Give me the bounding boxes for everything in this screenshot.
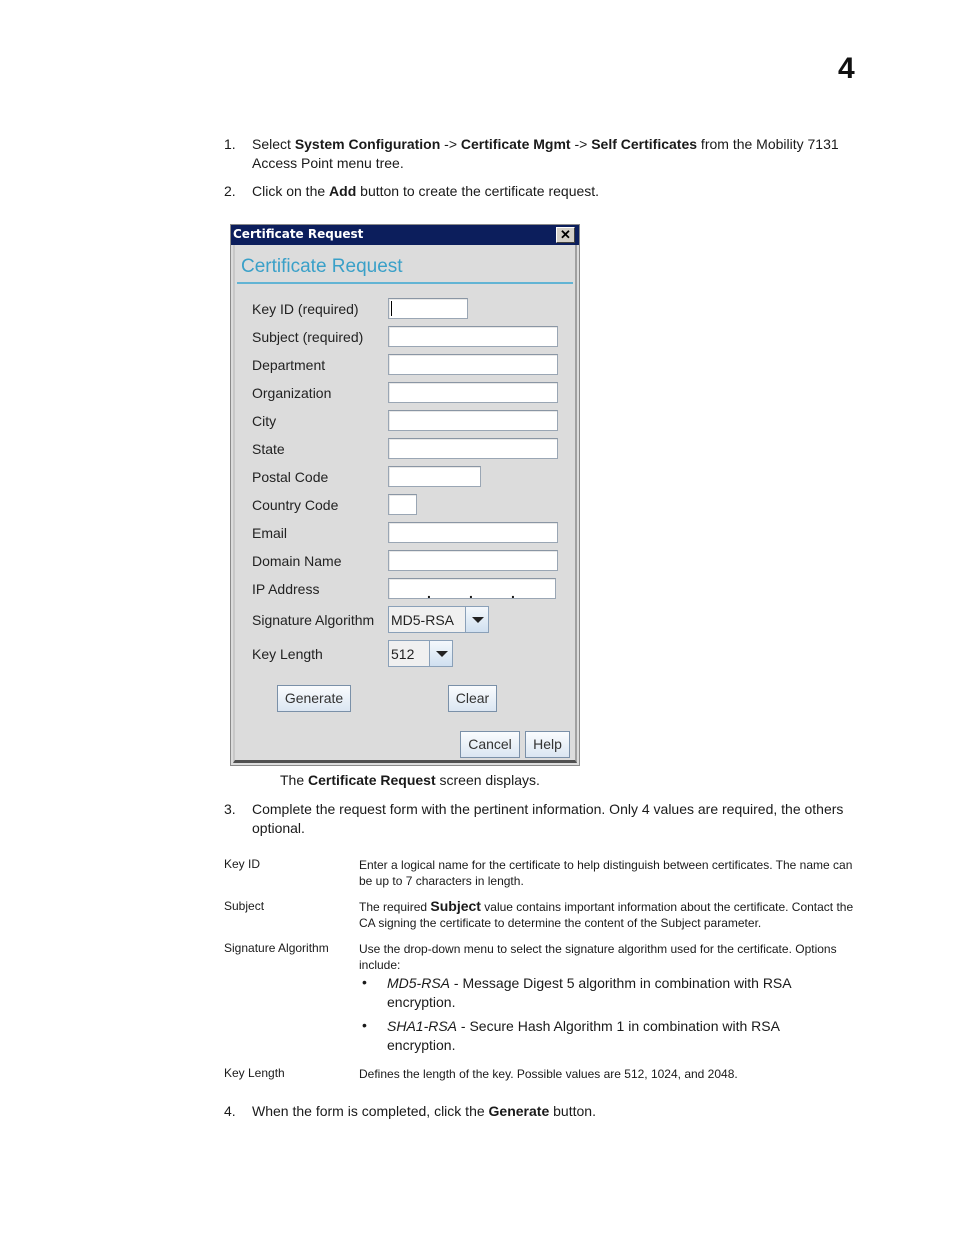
key-length-value: 512 (391, 646, 415, 662)
text: The required (359, 900, 431, 914)
text: button. (549, 1103, 596, 1119)
close-icon[interactable]: ✕ (556, 227, 575, 243)
country-code-label: Country Code (252, 497, 339, 513)
department-input[interactable] (388, 354, 558, 375)
subject-label: Subject (required) (252, 329, 364, 345)
domain-name-input[interactable] (388, 550, 558, 571)
screen-name: Certificate Request (308, 772, 436, 788)
step-number: 2. (224, 183, 236, 199)
option-md5-rsa: MD5-RSA - Message Digest 5 algorithm in … (387, 974, 837, 1012)
postal-code-label: Postal Code (252, 469, 329, 485)
ip-address-input[interactable]: . . . (388, 578, 556, 601)
state-label: State (252, 441, 285, 457)
ip-separator: . (427, 585, 431, 601)
menu-path-system-configuration: System Configuration (294, 136, 441, 152)
postal-code-input[interactable] (388, 466, 481, 487)
step-text: Click on the Add button to create the ce… (252, 182, 854, 201)
text: When the form is completed, click the (252, 1103, 489, 1119)
signature-algorithm-label: Signature Algorithm (252, 612, 375, 628)
organization-label: Organization (252, 385, 332, 401)
definition-signature-algorithm: Use the drop-down menu to select the sig… (359, 942, 837, 972)
signature-algorithm-select[interactable]: MD5-RSA (388, 606, 489, 633)
term-signature-algorithm: Signature Algorithm (224, 941, 329, 955)
option-name: MD5-RSA (387, 975, 451, 991)
subject-emphasis: Subject (430, 898, 481, 914)
step-4: 4. When the form is completed, click the… (224, 1102, 854, 1121)
domain-name-label: Domain Name (252, 553, 342, 569)
department-label: Department (252, 357, 326, 373)
country-code-input[interactable] (388, 494, 417, 515)
text: The (280, 772, 309, 788)
menu-path-certificate-mgmt: Certificate Mgmt (460, 136, 571, 152)
generate-button[interactable]: Generate (277, 685, 351, 712)
option-sha1-rsa: SHA1-RSA - Secure Hash Algorithm 1 in co… (387, 1017, 837, 1055)
step-3: 3. Complete the request form with the pe… (224, 800, 854, 838)
chapter-number: 4 (838, 52, 855, 85)
dialog-body: Certificate Request Key ID (required) Su… (233, 245, 577, 763)
term-key-id: Key ID (224, 857, 261, 871)
bullet-icon: • (362, 974, 367, 990)
figure-caption: The Certificate Request screen displays. (280, 772, 540, 788)
signature-algorithm-value: MD5-RSA (391, 612, 455, 628)
key-length-label: Key Length (252, 646, 323, 662)
term-subject: Subject (224, 899, 265, 913)
definition-key-id: Enter a logical name for the certificate… (359, 858, 853, 888)
step-text: Complete the request form with the perti… (252, 801, 844, 836)
help-button[interactable]: Help (525, 731, 570, 758)
email-input[interactable] (388, 522, 558, 543)
text: Click on the (252, 183, 330, 199)
certificate-request-dialog: Certificate Request ✕ Certificate Reques… (230, 224, 580, 766)
step-number: 3. (224, 801, 236, 817)
subject-input[interactable] (388, 326, 558, 347)
city-input[interactable] (388, 410, 558, 431)
key-id-input[interactable] (388, 298, 468, 319)
dialog-title: Certificate Request (233, 227, 364, 241)
text: -> (570, 136, 592, 152)
generate-button-ref: Generate (488, 1103, 550, 1119)
definition-subject: The required Subject value contains impo… (359, 898, 864, 931)
bullet-icon: • (362, 1017, 367, 1033)
city-label: City (252, 413, 277, 429)
text: Select (252, 136, 295, 152)
key-length-select[interactable]: 512 (388, 640, 453, 667)
ip-separator: . (469, 585, 473, 601)
option-name: SHA1-RSA (387, 1018, 458, 1034)
step-text: Select System Configuration -> Certifica… (252, 135, 854, 173)
dialog-heading: Certificate Request (241, 256, 403, 277)
email-label: Email (252, 525, 288, 541)
text: -> (440, 136, 461, 152)
step-2: 2. Click on the Add button to create the… (224, 182, 854, 201)
clear-button[interactable]: Clear (448, 685, 497, 712)
state-input[interactable] (388, 438, 558, 459)
organization-input[interactable] (388, 382, 558, 403)
chevron-down-icon[interactable] (465, 607, 488, 632)
heading-divider (237, 282, 573, 284)
ip-separator: . (511, 585, 515, 601)
menu-path-self-certificates: Self Certificates (591, 136, 698, 152)
ip-address-label: IP Address (252, 581, 320, 597)
cancel-button[interactable]: Cancel (460, 731, 520, 758)
chevron-down-icon[interactable] (429, 641, 452, 666)
term-key-length: Key Length (224, 1066, 285, 1080)
step-text: When the form is completed, click the Ge… (252, 1102, 854, 1121)
add-button-ref: Add (329, 183, 357, 199)
text: screen displays. (435, 772, 540, 788)
definition-key-length: Defines the length of the key. Possible … (359, 1067, 738, 1081)
step-number: 1. (224, 136, 236, 152)
dialog-titlebar[interactable]: Certificate Request ✕ (231, 225, 579, 245)
step-number: 4. (224, 1103, 236, 1119)
text: button to create the certificate request… (356, 183, 600, 199)
key-id-label: Key ID (required) (252, 301, 359, 317)
step-1: 1. Select System Configuration -> Certif… (224, 135, 854, 173)
